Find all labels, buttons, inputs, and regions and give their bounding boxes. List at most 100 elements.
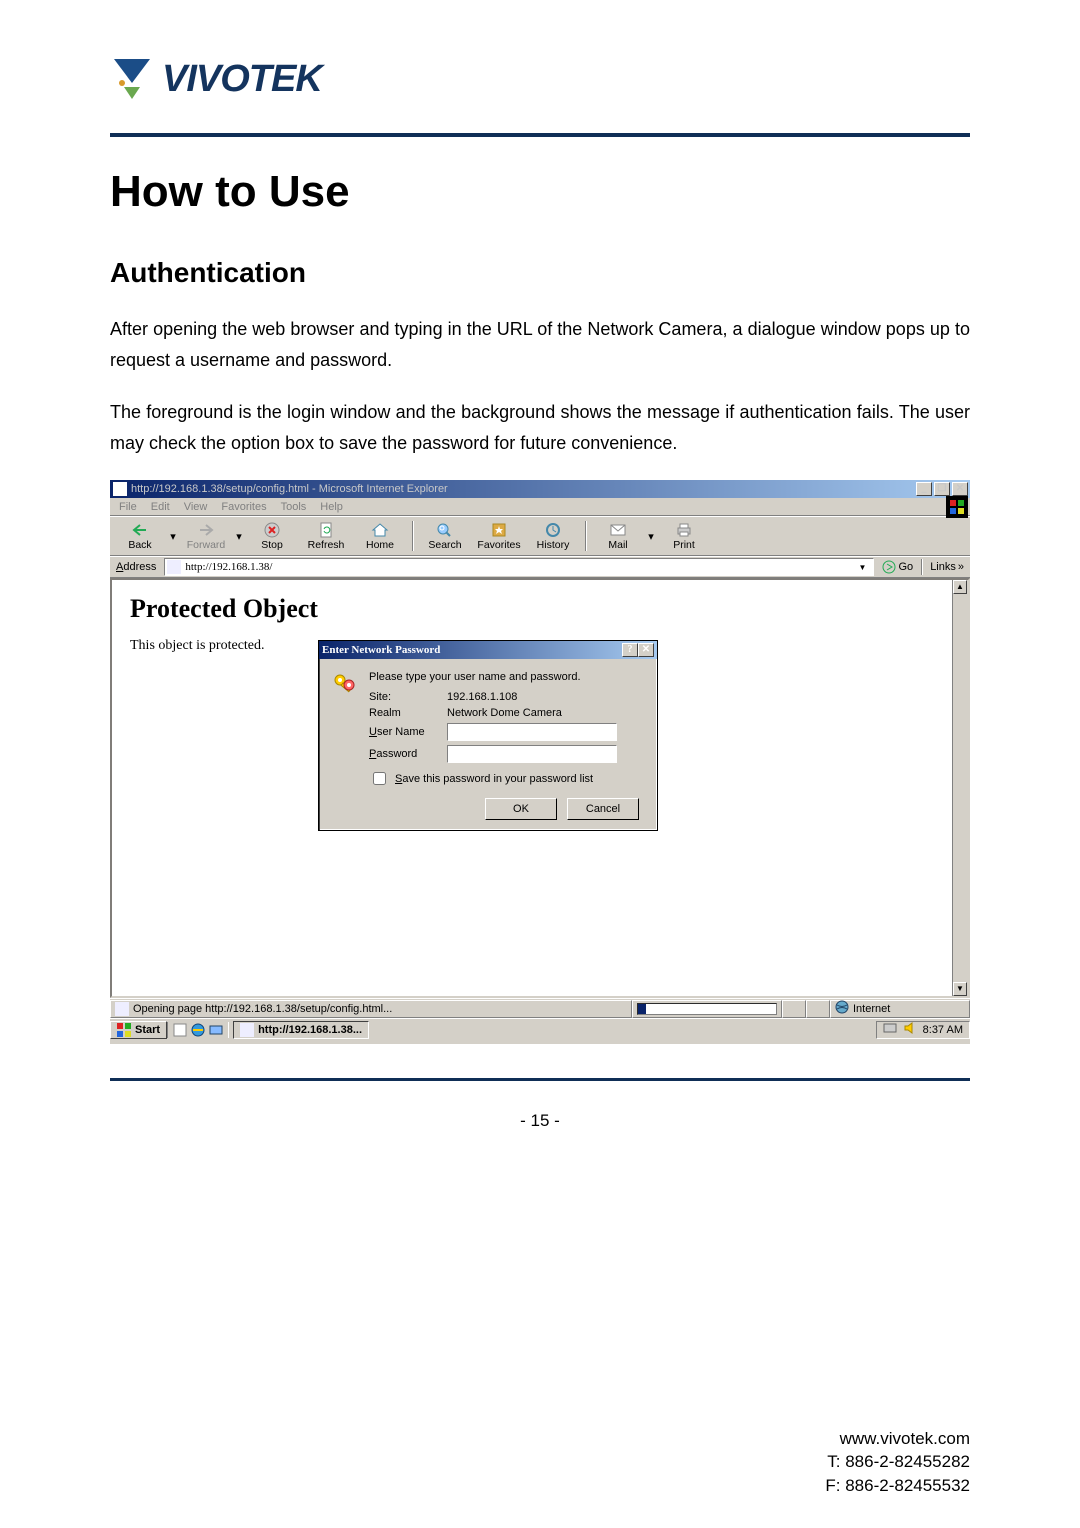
logo: VIVOTEK [110,55,970,103]
password-input[interactable] [447,745,617,763]
paragraph: The foreground is the login window and t… [110,397,970,458]
mail-button[interactable]: Mail [594,517,642,555]
home-button[interactable]: Home [356,517,404,555]
dialog-prompt: Please type your user name and password. [369,671,645,683]
zone-text: Internet [853,1003,890,1015]
mail-dropdown-icon[interactable]: ▾ [648,530,654,543]
stop-button[interactable]: Stop [248,517,296,555]
tray-volume-icon[interactable] [903,1021,917,1038]
quicklaunch-icon[interactable] [208,1022,224,1038]
realm-value: Network Dome Camera [447,707,562,719]
auth-dialog: Enter Network Password ? ✕ Please type y… [318,640,658,831]
print-icon [675,521,693,539]
taskbar-item[interactable]: http://192.168.1.38... [233,1021,369,1039]
stop-icon [264,521,280,539]
vertical-scrollbar[interactable]: ▲ ▼ [952,580,968,996]
password-label: Password [369,748,439,760]
forward-dropdown-icon[interactable]: ▾ [236,530,242,543]
logo-text: VIVOTEK [162,58,322,101]
menu-file[interactable]: File [112,501,144,513]
menu-tools[interactable]: Tools [274,501,314,513]
forward-button[interactable]: Forward [182,517,230,555]
refresh-icon [318,521,334,539]
favorites-icon [490,521,508,539]
site-label: Site: [369,691,439,703]
history-button[interactable]: History [529,517,577,555]
dialog-close-button[interactable]: ✕ [638,643,654,657]
paragraph: After opening the web browser and typing… [110,314,970,375]
footer: www.vivotek.com T: 886-2-82455282 F: 886… [825,1427,970,1498]
home-icon [371,521,389,539]
menu-edit[interactable]: Edit [144,501,177,513]
tray-icon[interactable] [883,1021,897,1038]
status-text: Opening page http://192.168.1.38/setup/c… [133,1003,392,1015]
page-number: - 15 - [110,1111,970,1131]
username-input[interactable] [447,723,617,741]
content-heading: Protected Object [130,594,950,624]
globe-icon [835,1000,849,1017]
windows-logo-icon [946,496,968,518]
maximize-button[interactable]: ❐ [934,482,950,496]
toolbar: Back ▾ Forward ▾ Stop Refresh Home [110,516,970,556]
forward-arrow-icon [198,521,214,539]
scroll-down-icon[interactable]: ▼ [953,982,967,996]
ok-button[interactable]: OK [485,798,557,820]
dialog-title: Enter Network Password [322,641,440,659]
footer-fax: F: 886-2-82455532 [825,1474,970,1498]
favorites-button[interactable]: Favorites [475,517,523,555]
cancel-button[interactable]: Cancel [567,798,639,820]
progress-bar [637,1003,777,1015]
realm-label: Realm [369,707,439,719]
quicklaunch [167,1022,229,1038]
close-button[interactable]: ✕ [952,482,968,496]
history-icon [544,521,562,539]
menu-view[interactable]: View [177,501,215,513]
page-title: How to Use [110,167,970,217]
window-titlebar: http://192.168.1.38/setup/config.html - … [110,480,970,498]
quicklaunch-icon[interactable] [172,1022,188,1038]
back-dropdown-icon[interactable]: ▾ [170,530,176,543]
username-label: User Name [369,726,439,738]
ie-page-icon [115,1002,129,1016]
search-button[interactable]: Search [421,517,469,555]
dialog-titlebar: Enter Network Password ? ✕ [319,641,657,659]
site-value: 192.168.1.108 [447,691,517,703]
ie-icon [240,1023,254,1037]
menu-help[interactable]: Help [313,501,350,513]
address-input-wrap[interactable]: ▼ [164,558,873,576]
links-button[interactable]: Links» [926,561,968,573]
go-button[interactable]: Go [878,560,918,574]
ie-statusbar: Opening page http://192.168.1.38/setup/c… [110,998,970,1018]
logo-mark-icon [110,55,154,103]
ie-page-icon [167,560,181,574]
scroll-up-icon[interactable]: ▲ [953,580,967,594]
save-password-checkbox[interactable] [373,772,386,785]
back-button[interactable]: Back [116,517,164,555]
status-cell [782,1000,806,1018]
quicklaunch-ie-icon[interactable] [190,1022,206,1038]
minimize-button[interactable]: _ [916,482,932,496]
address-dropdown-icon[interactable]: ▼ [855,563,871,572]
dialog-help-button[interactable]: ? [622,643,638,657]
taskbar: Start http://192.168.1.38... 8:37 AM [110,1018,970,1040]
keys-icon [331,671,359,699]
footer-tel: T: 886-2-82455282 [825,1450,970,1474]
menu-favorites[interactable]: Favorites [214,501,273,513]
refresh-button[interactable]: Refresh [302,517,350,555]
print-button[interactable]: Print [660,517,708,555]
mail-icon [609,521,627,539]
ie-window: http://192.168.1.38/setup/config.html - … [110,480,970,1044]
window-title: http://192.168.1.38/setup/config.html - … [131,480,448,498]
footer-url: www.vivotek.com [825,1427,970,1451]
address-bar: Address ▼ Go Links» [110,556,970,578]
start-button[interactable]: Start [110,1021,167,1039]
tray-clock: 8:37 AM [923,1024,963,1036]
divider [110,133,970,137]
address-input[interactable] [183,560,852,574]
section-heading: Authentication [110,257,970,289]
windows-flag-icon [117,1023,131,1037]
progress-cell [632,1000,782,1018]
divider [110,1078,970,1081]
back-arrow-icon [132,521,148,539]
search-icon [436,521,454,539]
